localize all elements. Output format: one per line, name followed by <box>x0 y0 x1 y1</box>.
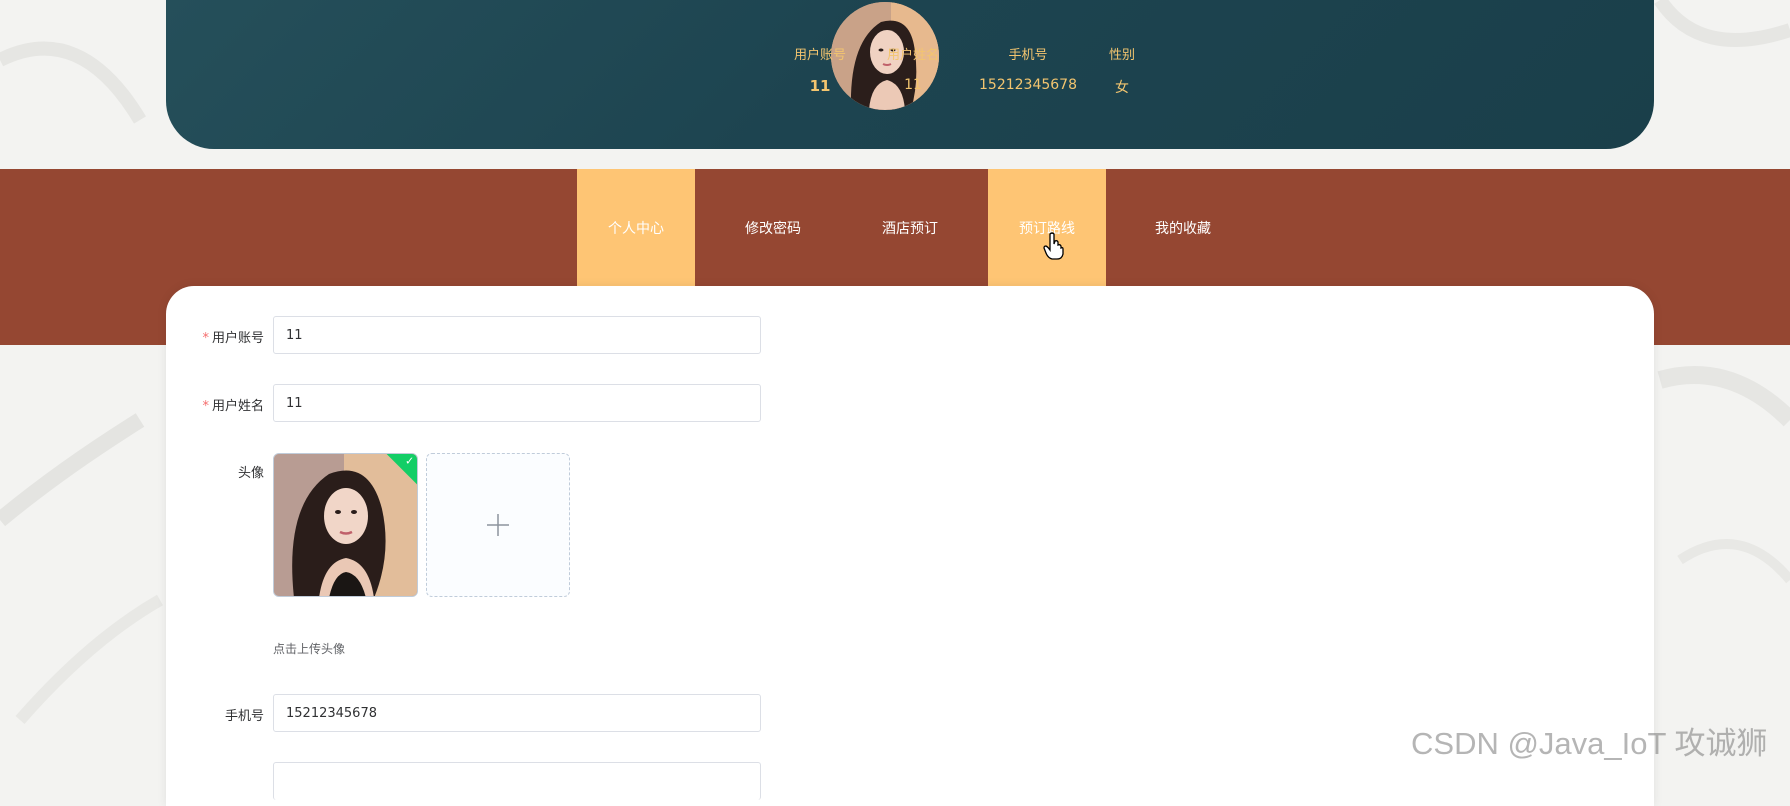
nav-item-personal-center[interactable]: 个人中心 <box>577 169 695 286</box>
account-input[interactable] <box>273 316 761 354</box>
avatar-label: 头像 <box>237 466 264 481</box>
account-label-text: 用户账号 <box>211 331 264 346</box>
account-label: * 用户账号 <box>166 327 264 346</box>
name-label: * 用户姓名 <box>166 395 264 414</box>
nav-item-hotel-booking[interactable]: 酒店预订 <box>851 169 969 286</box>
nav-item-change-password[interactable]: 修改密码 <box>714 169 832 286</box>
stat-name-value: 11 <box>904 77 922 93</box>
stat-name-label: 用户姓名 <box>886 48 939 63</box>
phone-input[interactable] <box>273 694 761 732</box>
stat-phone-value: 15212345678 <box>979 77 1077 93</box>
name-label-text: 用户姓名 <box>211 399 264 414</box>
uploaded-avatar-thumbnail[interactable]: ✓ <box>273 453 418 597</box>
stat-phone: 手机号 15212345678 <box>978 44 1078 93</box>
stat-phone-label: 手机号 <box>1008 48 1048 63</box>
required-mark: * <box>202 331 209 346</box>
profile-header: 用户账号 11 用户姓名 11 手机号 15212345678 性别 女 <box>166 0 1654 149</box>
check-icon: ✓ <box>405 454 415 468</box>
stat-gender-label: 性别 <box>1108 48 1135 63</box>
nav-item-my-favorites[interactable]: 我的收藏 <box>1124 169 1242 286</box>
stat-account-label: 用户账号 <box>793 48 846 63</box>
phone-label: 手机号 <box>224 709 264 724</box>
plus-icon <box>487 514 509 536</box>
name-input[interactable] <box>273 384 761 422</box>
stat-gender-value: 女 <box>1115 80 1129 96</box>
nav-item-route-booking[interactable]: 预订路线 <box>988 169 1106 286</box>
stat-account: 用户账号 11 <box>792 44 848 95</box>
stat-name: 用户姓名 11 <box>884 44 942 93</box>
hand-cursor-icon <box>1043 232 1064 260</box>
avatar-upload-button[interactable] <box>426 453 570 597</box>
watermark: CSDN @Java_IoT 攻诚狮 <box>1411 726 1768 761</box>
stat-account-value: 11 <box>809 77 831 95</box>
required-mark: * <box>202 399 209 414</box>
upload-hint: 点击上传头像 <box>273 642 346 656</box>
stat-gender: 性别 女 <box>1104 44 1140 97</box>
